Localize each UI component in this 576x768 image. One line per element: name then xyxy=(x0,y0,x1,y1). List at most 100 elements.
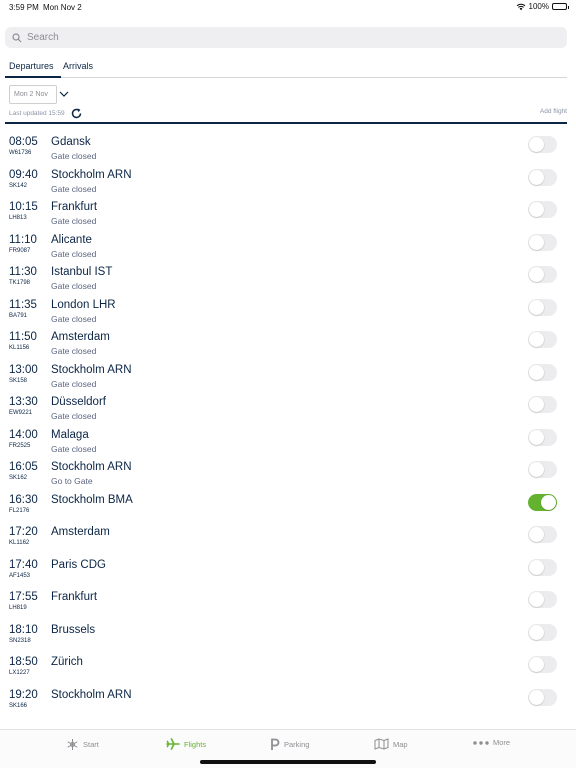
flight-time: 11:30 xyxy=(9,266,37,278)
flight-time: 11:50 xyxy=(9,331,37,343)
toggle-knob xyxy=(529,137,544,152)
tabbar-item-more[interactable]: More xyxy=(473,738,510,747)
follow-flight-toggle[interactable] xyxy=(528,461,557,478)
flight-number: KL1156 xyxy=(9,345,30,351)
more-dots-icon xyxy=(473,740,489,745)
date-select[interactable]: Mon 2 Nov xyxy=(9,85,57,104)
flight-time: 10:15 xyxy=(9,201,38,213)
flight-row[interactable]: 17:55 LH819 Frankfurt xyxy=(0,588,576,621)
toggle-knob xyxy=(529,397,544,412)
flight-row[interactable]: 11:50 KL1156 Amsterdam Gate closed xyxy=(0,328,576,361)
snowflake-icon xyxy=(67,739,78,750)
tabbar-item-map[interactable]: Map xyxy=(374,738,408,750)
flight-row[interactable]: 16:30 FL2176 Stockholm BMA xyxy=(0,491,576,524)
flight-row[interactable]: 11:30 TK1798 Istanbul IST Gate closed xyxy=(0,263,576,296)
flight-destination: Brussels xyxy=(51,623,96,636)
follow-flight-toggle[interactable] xyxy=(528,266,557,283)
follow-flight-toggle[interactable] xyxy=(528,168,557,186)
flight-destination: Malaga xyxy=(51,428,89,441)
flight-destination: Stockholm BMA xyxy=(51,493,133,506)
chevron-down-icon[interactable] xyxy=(58,88,70,100)
flight-row[interactable]: 19:20 SK166 Stockholm ARN xyxy=(0,686,576,719)
flight-row[interactable]: 10:15 LH813 Frankfurt Gate closed xyxy=(0,198,576,231)
toggle-knob xyxy=(529,462,544,477)
toggle-knob xyxy=(529,234,544,250)
follow-flight-toggle[interactable] xyxy=(528,558,557,576)
tab-arrivals[interactable]: Arrivals xyxy=(63,61,93,71)
follow-flight-toggle[interactable] xyxy=(528,493,557,511)
follow-flight-toggle[interactable] xyxy=(528,331,557,348)
home-indicator xyxy=(200,760,376,764)
flight-number: FR2525 xyxy=(9,442,31,449)
tabbar-item-flights[interactable]: Flights xyxy=(166,738,206,750)
follow-flight-toggle[interactable] xyxy=(528,136,557,153)
toggle-knob xyxy=(529,657,544,672)
flight-status: Gate closed xyxy=(51,216,97,226)
follow-flight-toggle[interactable] xyxy=(528,363,557,381)
flight-time: 13:00 xyxy=(9,363,38,376)
flight-number: W61736 xyxy=(9,150,32,156)
airplane-icon xyxy=(166,738,180,750)
flight-status: Gate closed xyxy=(51,248,97,259)
toggle-knob xyxy=(529,202,544,217)
flight-time: 17:20 xyxy=(9,526,38,538)
flight-destination: Istanbul IST xyxy=(51,266,113,278)
flight-number: FR9087 xyxy=(9,247,31,254)
battery-icon xyxy=(552,3,569,10)
follow-flight-toggle[interactable] xyxy=(528,396,557,413)
flight-destination: Amsterdam xyxy=(51,331,110,343)
status-time: 3:59 PM xyxy=(9,3,39,12)
toggle-knob xyxy=(529,559,544,575)
follow-flight-toggle[interactable] xyxy=(528,591,557,608)
follow-flight-toggle[interactable] xyxy=(528,428,557,446)
flight-number: SK162 xyxy=(9,475,28,481)
flight-row[interactable]: 16:05 SK162 Stockholm ARN Go to Gate xyxy=(0,458,576,491)
flight-row[interactable]: 17:20 KL1162 Amsterdam xyxy=(0,523,576,556)
tabbar-item-parking[interactable]: Parking xyxy=(270,738,309,751)
follow-flight-toggle[interactable] xyxy=(528,233,557,251)
flight-number: KL1162 xyxy=(9,540,30,546)
flight-row[interactable]: 09:40 SK142 Stockholm ARN Gate closed xyxy=(0,166,576,199)
follow-flight-toggle[interactable] xyxy=(528,656,557,673)
search-bar[interactable] xyxy=(5,27,567,48)
follow-flight-toggle[interactable] xyxy=(528,201,557,218)
flight-row[interactable]: 17:40 AF1453 Paris CDG xyxy=(0,556,576,589)
tab-departures[interactable]: Departures xyxy=(9,61,54,71)
flight-number: LH819 xyxy=(9,605,27,611)
flight-number: LX1227 xyxy=(9,670,30,676)
refresh-icon[interactable] xyxy=(70,107,83,120)
flight-destination: Alicante xyxy=(51,233,92,246)
follow-flight-toggle[interactable] xyxy=(528,688,557,706)
toggle-knob xyxy=(529,332,544,347)
flight-number: EW9221 xyxy=(9,410,33,416)
map-icon xyxy=(374,738,389,750)
status-date: Mon Nov 2 xyxy=(43,3,82,12)
flight-row[interactable]: 13:30 EW9221 Düsseldorf Gate closed xyxy=(0,393,576,426)
flight-time: 18:10 xyxy=(9,623,38,636)
flight-row[interactable]: 11:10 FR9087 Alicante Gate closed xyxy=(0,231,576,264)
search-input[interactable] xyxy=(27,32,527,43)
tabbar-item-start[interactable]: Start xyxy=(66,738,99,751)
flight-row[interactable]: 18:50 LX1227 Zürich xyxy=(0,653,576,686)
flight-row[interactable]: 18:10 SN2318 Brussels xyxy=(0,621,576,654)
add-flight-link[interactable]: Add flight xyxy=(540,108,567,115)
follow-flight-toggle[interactable] xyxy=(528,623,557,641)
status-bar: 3:59 PM Mon Nov 2 100% xyxy=(0,0,576,14)
flight-time: 14:00 xyxy=(9,428,38,441)
flight-number: AF1453 xyxy=(9,572,31,579)
toggle-knob xyxy=(529,429,544,445)
flight-number: SN2318 xyxy=(9,637,31,644)
follow-flight-toggle[interactable] xyxy=(528,526,557,543)
status-right: 100% xyxy=(516,2,569,11)
flights-list: 08:05 W61736 Gdansk Gate closed 09:40 SK142 St… xyxy=(0,133,576,718)
flight-row[interactable]: 13:00 SK158 Stockholm ARN Gate closed xyxy=(0,361,576,394)
flight-time: 11:10 xyxy=(9,233,37,246)
flight-destination: Zürich xyxy=(51,656,83,668)
follow-flight-toggle[interactable] xyxy=(528,298,557,316)
flight-time: 17:40 xyxy=(9,558,38,571)
flight-row[interactable]: 11:35 BA791 London LHR Gate closed xyxy=(0,296,576,329)
flight-status: Go to Gate xyxy=(51,476,93,486)
flight-row[interactable]: 08:05 W61736 Gdansk Gate closed xyxy=(0,133,576,166)
flight-row[interactable]: 14:00 FR2525 Malaga Gate closed xyxy=(0,426,576,459)
flight-status: Gate closed xyxy=(51,183,97,194)
